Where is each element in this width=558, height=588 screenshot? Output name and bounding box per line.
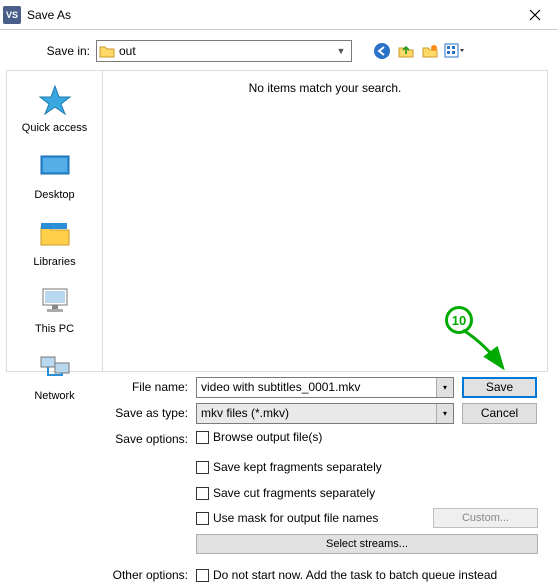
place-libraries[interactable]: Libraries <box>7 211 102 278</box>
place-label: Libraries <box>7 256 102 268</box>
savein-select[interactable]: out ▼ <box>96 40 352 62</box>
up-button[interactable] <box>396 41 416 61</box>
save-button[interactable]: Save <box>462 377 537 398</box>
close-icon <box>529 9 541 21</box>
chevron-down-icon[interactable]: ▾ <box>436 404 453 423</box>
back-button[interactable] <box>372 41 392 61</box>
chevron-down-icon: ▼ <box>333 46 349 56</box>
titlebar: VS Save As <box>0 0 558 30</box>
nav-icons <box>372 41 464 61</box>
checkbox-save-cut[interactable] <box>196 487 209 500</box>
savein-label: Save in: <box>0 44 96 58</box>
new-folder-button[interactable] <box>420 41 440 61</box>
file-list[interactable]: No items match your search. <box>102 70 548 372</box>
checkbox-use-mask-label: Use mask for output file names <box>213 511 378 525</box>
folder-new-icon <box>421 42 439 60</box>
save-type-value: mkv files (*.mkv) <box>197 406 436 420</box>
this-pc-icon <box>35 284 75 316</box>
chevron-down-icon[interactable]: ▾ <box>436 378 453 397</box>
checkbox-browse-label: Browse output file(s) <box>213 430 322 444</box>
body-area: Quick access Desktop Libraries This PC N… <box>0 70 558 372</box>
checkbox-browse[interactable] <box>196 431 209 444</box>
place-label: Desktop <box>7 189 102 201</box>
view-menu-icon <box>444 42 464 60</box>
place-quick-access[interactable]: Quick access <box>7 77 102 144</box>
app-icon: VS <box>3 6 21 24</box>
view-menu-button[interactable] <box>444 41 464 61</box>
checkbox-batch-label: Do not start now. Add the task to batch … <box>213 568 497 582</box>
save-options-label: Save options: <box>0 428 196 446</box>
place-label: Quick access <box>7 122 102 134</box>
select-streams-button[interactable]: Select streams... <box>196 534 538 554</box>
form-area: File name: video with subtitles_0001.mkv… <box>0 372 558 588</box>
close-button[interactable] <box>515 1 555 29</box>
places-bar: Quick access Desktop Libraries This PC N… <box>6 70 102 372</box>
cancel-button[interactable]: Cancel <box>462 403 537 424</box>
file-name-input[interactable]: video with subtitles_0001.mkv ▾ <box>196 377 454 398</box>
place-label: This PC <box>7 323 102 335</box>
desktop-icon <box>35 150 75 182</box>
back-icon <box>373 42 391 60</box>
file-name-label: File name: <box>0 380 196 394</box>
libraries-icon <box>35 217 75 249</box>
other-options-label: Other options: <box>0 568 196 582</box>
savein-value: out <box>119 44 333 58</box>
file-name-value: video with subtitles_0001.mkv <box>197 380 436 394</box>
checkbox-batch[interactable] <box>196 569 209 582</box>
place-this-pc[interactable]: This PC <box>7 278 102 345</box>
savein-row: Save in: out ▼ <box>0 36 558 66</box>
place-desktop[interactable]: Desktop <box>7 144 102 211</box>
save-type-label: Save as type: <box>0 406 196 420</box>
folder-up-icon <box>397 42 415 60</box>
checkbox-save-kept-label: Save kept fragments separately <box>213 460 382 474</box>
window-title: Save As <box>27 8 515 22</box>
checkbox-save-cut-label: Save cut fragments separately <box>213 486 375 500</box>
quick-access-icon <box>35 83 75 115</box>
save-type-select[interactable]: mkv files (*.mkv) ▾ <box>196 403 454 424</box>
folder-icon <box>99 44 115 58</box>
checkbox-save-kept[interactable] <box>196 461 209 474</box>
checkbox-use-mask[interactable] <box>196 512 209 525</box>
empty-message: No items match your search. <box>103 81 547 95</box>
custom-button[interactable]: Custom... <box>433 508 538 528</box>
